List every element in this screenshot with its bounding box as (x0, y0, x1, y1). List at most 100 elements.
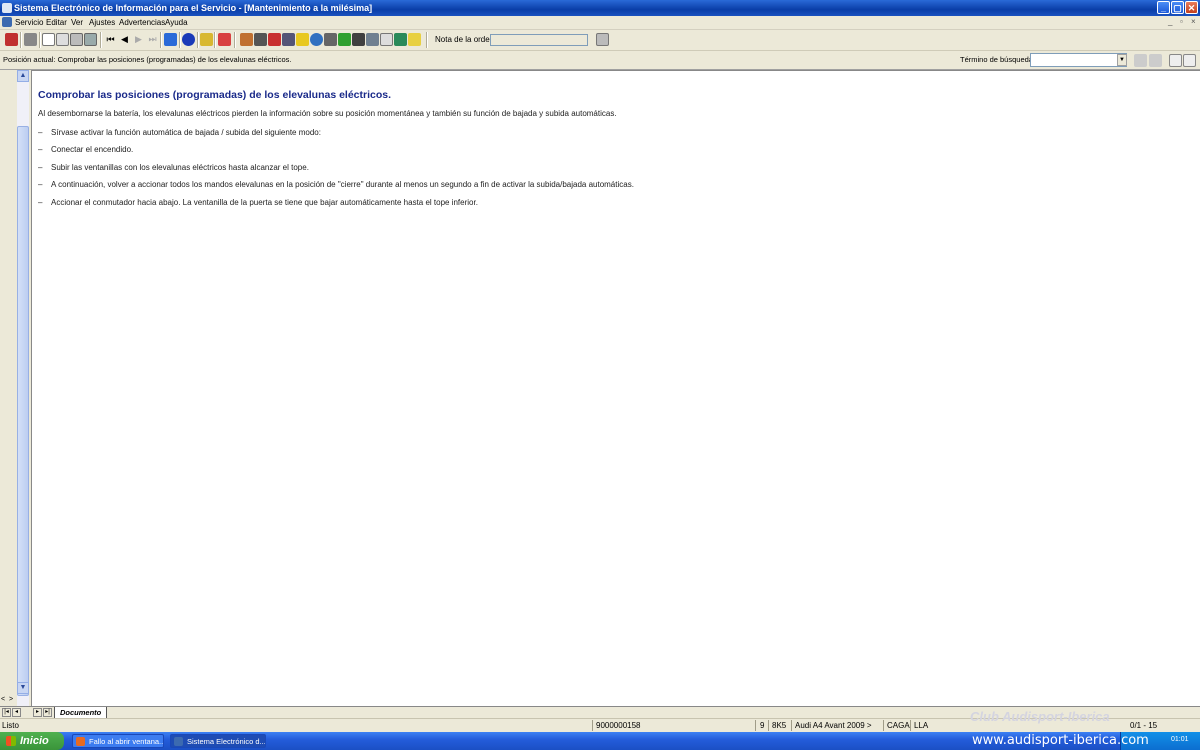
status-vehicle-code: 8K5 (772, 721, 787, 730)
tab-first-icon[interactable]: |◂ (2, 708, 11, 717)
warning-icon[interactable] (296, 33, 309, 46)
scroll-down-button[interactable]: ▼ (17, 682, 29, 694)
step-text: Accionar el conmutador hacia abajo. La v… (51, 198, 478, 207)
toolbar: ⏮ ◀ ▶ ⏭ Nota de la orden: (0, 30, 1200, 51)
document-app-icon (2, 17, 12, 27)
scrollbar-thumb[interactable] (17, 126, 29, 696)
close-button[interactable]: ✕ (1185, 1, 1198, 14)
mdi-close-button[interactable]: × (1191, 17, 1196, 26)
search-input[interactable] (1030, 53, 1127, 67)
list-item: – Conectar el encendido. (38, 145, 133, 154)
step-text: Sírvase activar la función automática de… (51, 128, 321, 137)
taskbar-item-label: Sistema Electrónico d... (187, 737, 266, 746)
back-icon[interactable] (164, 33, 177, 46)
list-dash: – (38, 180, 43, 189)
list-item: – Accionar el conmutador hacia abajo. La … (38, 198, 478, 207)
search-forward-icon[interactable] (1183, 54, 1196, 67)
car-green-icon[interactable] (338, 33, 351, 46)
help-icon[interactable] (408, 33, 421, 46)
info-icon[interactable] (182, 33, 195, 46)
settings-icon[interactable] (240, 33, 253, 46)
nota-input[interactable] (490, 34, 588, 46)
window-title-bar[interactable]: Sistema Electrónico de Información para … (0, 0, 1200, 16)
oil-icon[interactable] (352, 33, 365, 46)
wiring-icon[interactable] (282, 33, 295, 46)
nota-edit-icon[interactable] (596, 33, 609, 46)
menu-ayuda[interactable]: Ayuda (165, 16, 188, 29)
document-title: Comprobar las posiciones (programadas) d… (38, 89, 392, 101)
status-num: 9 (760, 721, 765, 730)
status-engine: CAGA (887, 721, 910, 730)
search-back-icon[interactable] (1169, 54, 1182, 67)
globe-icon[interactable] (310, 33, 323, 46)
window-title: Sistema Electrónico de Información para … (14, 3, 373, 13)
clock: 01:01 (1171, 736, 1189, 743)
status-ready: Listo (2, 721, 19, 730)
menu-bar: Servicio Editar Ver Ajustes Advertencias… (0, 16, 1200, 30)
status-separator (791, 720, 792, 731)
list-dash: – (38, 145, 43, 154)
prev-icon[interactable]: ◀ (118, 33, 131, 46)
taskbar-item-elsa[interactable]: Sistema Electrónico d... (170, 734, 266, 748)
search-label: Término de búsqueda: (960, 55, 1036, 64)
left-panel: ▲ ▼ < > (0, 70, 32, 706)
document-icon[interactable] (70, 33, 83, 46)
windows-logo-icon (6, 736, 16, 746)
status-order-number: 9000000158 (596, 721, 641, 730)
app-icon (174, 737, 183, 746)
tools-icon[interactable] (324, 33, 337, 46)
menu-editar[interactable]: Editar (46, 16, 67, 29)
list-dash: – (38, 128, 43, 137)
menu-ver[interactable]: Ver (71, 16, 83, 29)
service-icon[interactable] (268, 33, 281, 46)
list-item: – Subir las ventanillas con los elevaluna… (38, 163, 309, 172)
position-bar: Posición actual: Comprobar las posicione… (0, 51, 1200, 70)
diagnosis-icon[interactable] (254, 33, 267, 46)
maximize-button[interactable]: ▢ (1171, 1, 1184, 14)
toolbar-separator (197, 32, 199, 48)
new-doc-icon[interactable] (42, 33, 55, 46)
search-prev-icon[interactable] (1134, 54, 1147, 67)
tab-prev-icon[interactable]: ◂ (12, 708, 21, 717)
search-next-icon[interactable] (1149, 54, 1162, 67)
left-panel-prev-icon[interactable]: < (1, 696, 5, 703)
exit-icon[interactable] (5, 33, 18, 46)
status-separator (755, 720, 756, 731)
tab-next-icon[interactable]: ▸ (33, 708, 42, 717)
print-icon[interactable] (24, 33, 37, 46)
key-icon[interactable] (200, 33, 213, 46)
left-panel-next-icon[interactable]: > (9, 696, 13, 703)
menu-advertencias[interactable]: Advertencias (119, 16, 165, 29)
toolbar-separator (160, 32, 162, 48)
current-position: Posición actual: Comprobar las posicione… (3, 55, 292, 64)
edit-icon[interactable] (56, 33, 69, 46)
menu-ajustes[interactable]: Ajustes (89, 16, 115, 29)
firefox-icon (76, 737, 85, 746)
step-text: Conectar el encendido. (51, 145, 134, 154)
search-icon[interactable] (366, 33, 379, 46)
toolbar-separator (179, 32, 181, 48)
next-icon[interactable]: ▶ (132, 33, 145, 46)
status-page: 0/1 - 15 (1130, 721, 1158, 730)
checklist-icon[interactable] (380, 33, 393, 46)
mdi-restore-button[interactable]: ▫ (1180, 17, 1183, 26)
list-item: – Sírvase activar la función automática d… (38, 128, 321, 137)
car-icon[interactable] (84, 33, 97, 46)
mdi-minimize-button[interactable]: _ (1168, 17, 1172, 26)
minimize-button[interactable]: _ (1157, 1, 1170, 14)
chevron-down-icon[interactable]: ▼ (1117, 54, 1127, 66)
last-icon[interactable]: ⏭ (146, 33, 159, 46)
taskbar-item-browser[interactable]: Fallo al abrir ventana... (72, 734, 164, 748)
toolbar-separator (20, 32, 22, 48)
toolbar-separator (426, 32, 428, 48)
refresh-icon[interactable] (218, 33, 231, 46)
tab-last-icon[interactable]: ▸| (43, 708, 52, 717)
toolbar-separator (39, 32, 41, 48)
document-intro: Al desembornarse la batería, los elevalu… (38, 109, 617, 118)
status-separator (768, 720, 769, 731)
menu-servicio[interactable]: Servicio (15, 16, 43, 29)
start-button[interactable]: Inicio (0, 732, 64, 750)
scroll-up-button[interactable]: ▲ (17, 70, 29, 82)
repair-icon[interactable] (394, 33, 407, 46)
first-icon[interactable]: ⏮ (104, 33, 117, 46)
